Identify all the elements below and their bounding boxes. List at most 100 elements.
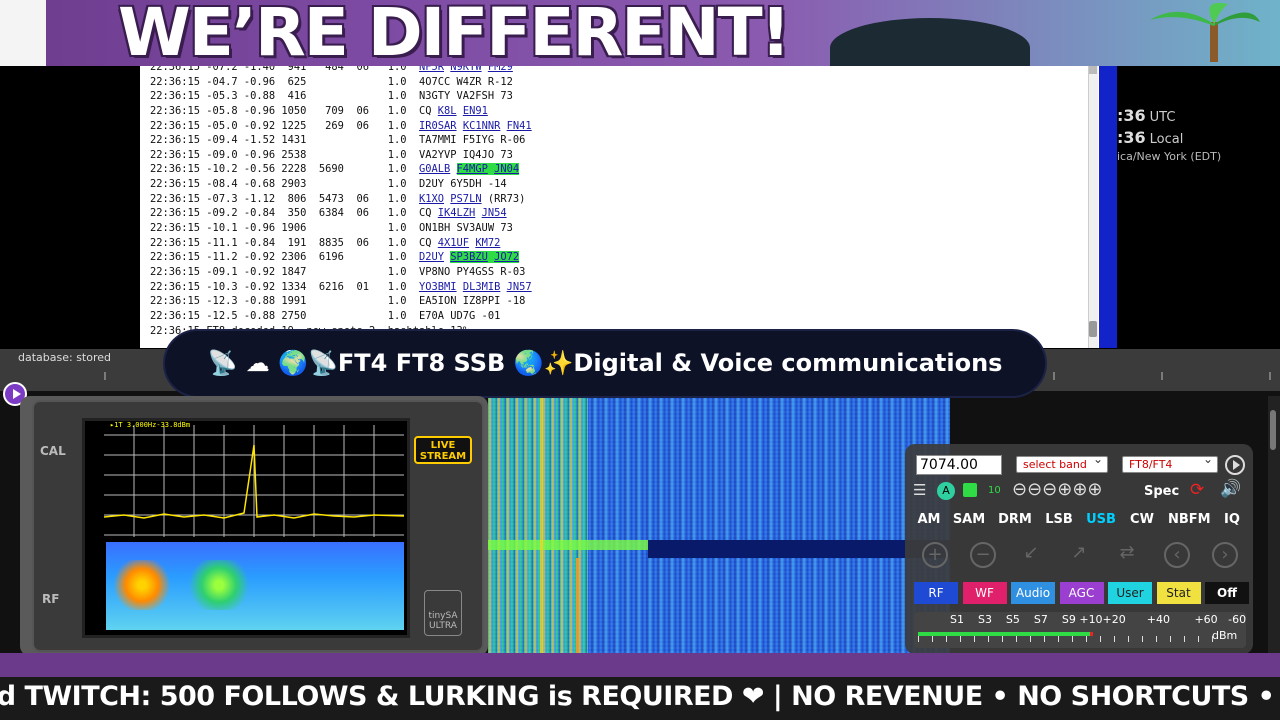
callsign-link[interactable]: K8L: [438, 105, 457, 117]
tab-off[interactable]: Off: [1205, 582, 1249, 604]
log-row-fields: 22:36:15 -10.3 -0.92 1334 6216 01 1.0: [150, 280, 419, 293]
waterfall-carrier-line: [576, 558, 579, 653]
shrink-icon[interactable]: ↙: [1018, 542, 1044, 568]
mode-button-cw[interactable]: CW: [1128, 510, 1156, 530]
zoom-out-icon[interactable]: −: [970, 542, 996, 568]
callsign-link[interactable]: JN57: [507, 281, 532, 293]
log-message-text: (RR73): [481, 192, 526, 205]
main-waterfall[interactable]: [488, 398, 950, 653]
utc-time: :36: [1117, 106, 1146, 125]
callsign-link[interactable]: JO72: [494, 251, 520, 264]
auto-icon[interactable]: A: [937, 482, 955, 500]
callsign-link[interactable]: DL3MIB: [463, 281, 501, 293]
s-meter-ticks: [918, 636, 1218, 642]
log-row: 22:36:15 -05.0 -0.92 1225 269 06 1.0 IR0…: [150, 119, 532, 134]
log-message-text: 4O7CC W4ZR R-12: [419, 75, 513, 88]
banner-title: WE’RE DIFFERENT!: [118, 0, 791, 71]
log-row-fields: 22:36:15 -05.8 -0.96 1050 709 06 1.0: [150, 104, 419, 117]
log-row-fields: 22:36:15 -10.1 -0.96 1906 1.0: [150, 222, 419, 235]
log-message-text: D2UY 6Y5DH -14: [419, 178, 507, 191]
callsign-link[interactable]: PS7LN: [450, 193, 481, 205]
callsign-link[interactable]: KM72: [475, 237, 500, 249]
callsign-link[interactable]: KC1NNR: [463, 120, 501, 132]
page-scrollbar-thumb[interactable]: [1270, 410, 1276, 450]
local-label: Local: [1149, 132, 1184, 147]
waterfall-hotspot: [110, 560, 174, 610]
scroll-up-arrow-icon[interactable]: [1089, 66, 1097, 74]
callsign-link[interactable]: K1XO: [419, 193, 444, 205]
screen-header: ▸1T 3.000Hz-33.8dBm: [110, 421, 191, 429]
log-row: 22:36:15 -10.2 -0.56 2228 5690 1.0 G0ALB…: [150, 162, 532, 177]
mode-button-nbfm[interactable]: NBFM: [1168, 510, 1211, 530]
mode-button-sam[interactable]: SAM: [952, 510, 986, 530]
chevron-right-icon[interactable]: ›: [1212, 542, 1238, 568]
log-row-fields: 22:36:15 -10.2 -0.56 2228 5690 1.0: [150, 163, 419, 176]
tab-wf[interactable]: WF: [962, 582, 1007, 604]
log-row: 22:36:15 -12.5 -0.88 2750 1.0 E70A UD7G …: [150, 309, 532, 324]
tab-stat[interactable]: Stat: [1156, 582, 1201, 604]
callsign-link[interactable]: D2UY: [419, 251, 444, 263]
swap-arrows-icon[interactable]: ⇄: [1114, 542, 1140, 568]
log-message-text: VA2YVP IQ4JO 73: [419, 148, 513, 161]
callsign-link[interactable]: 4X1UF: [438, 237, 469, 249]
callsign-link[interactable]: F4MGP: [456, 163, 488, 176]
mode-preset-select[interactable]: FT8/FT4: [1122, 452, 1218, 473]
band-select[interactable]: select band: [1016, 452, 1108, 473]
callsign-link[interactable]: NF5R: [419, 66, 444, 73]
log-row: 22:36:15 -05.8 -0.96 1050 709 06 1.0 CQ …: [150, 104, 532, 119]
live-stream-badge: LIVE STREAM: [414, 436, 472, 464]
step-buttons-icon[interactable]: ⊖⊖⊖⊕⊕⊕: [1012, 479, 1103, 500]
timezone-label: ica/New York (EDT): [1117, 150, 1222, 163]
mode-button-am[interactable]: AM: [916, 510, 942, 530]
decode-log-window: 22:36:15 -07.2 -1.40 941 484 06 1.0 NF5R…: [0, 66, 1280, 350]
log-row: 22:36:15 -09.0 -0.96 2538 1.0 VA2YVP IQ4…: [150, 148, 532, 163]
log-row-fields: 22:36:15 -09.4 -1.52 1431 1.0: [150, 134, 419, 147]
spec-button[interactable]: Spec: [1144, 484, 1179, 499]
step-value: 10: [988, 485, 1001, 496]
log-row-fields: 22:36:15 -09.2 -0.84 350 6384 06 1.0: [150, 207, 419, 220]
tab-user[interactable]: User: [1108, 582, 1152, 604]
callsign-link[interactable]: N9KTW: [450, 66, 481, 73]
callsign-link[interactable]: EN91: [463, 105, 488, 117]
log-row: 22:36:15 -07.3 -1.12 806 5473 06 1.0 K1X…: [150, 192, 532, 207]
log-row-fields: 22:36:15 -09.0 -0.96 2538 1.0: [150, 148, 419, 161]
tab-agc[interactable]: AGC: [1059, 582, 1104, 604]
tinysa-logo: tinySA ULTRA: [424, 590, 462, 636]
frequency-input[interactable]: 7074.00: [916, 455, 1002, 475]
callsign-link[interactable]: JN54: [482, 207, 507, 219]
callsign-link[interactable]: YO3BMI: [419, 281, 457, 293]
play-icon[interactable]: [1225, 455, 1245, 475]
log-row: 22:36:15 -12.3 -0.88 1991 1.0 EA5ION IZ8…: [150, 294, 532, 309]
chevron-left-icon[interactable]: ‹: [1164, 542, 1190, 568]
decode-log-panel: 22:36:15 -07.2 -1.40 941 484 06 1.0 NF5R…: [140, 66, 1100, 348]
mode-button-usb[interactable]: USB: [1086, 510, 1116, 530]
callsign-link[interactable]: IK4LZH: [438, 207, 476, 219]
waterfall-signal-band: [488, 540, 648, 550]
speaker-icon[interactable]: 🔊: [1220, 479, 1241, 499]
callsign-link[interactable]: FN41: [507, 120, 532, 132]
callsign-link[interactable]: JN04: [494, 163, 520, 176]
log-scrollbar[interactable]: [1088, 66, 1098, 348]
s-meter-unit: dBm: [1212, 629, 1238, 642]
zoom-in-icon[interactable]: +: [922, 542, 948, 568]
mode-button-drm[interactable]: DRM: [998, 510, 1032, 530]
mode-button-iq[interactable]: IQ: [1220, 510, 1244, 530]
log-scrollbar-thumb[interactable]: [1089, 321, 1097, 337]
log-message-text: E70A UD7G -01: [419, 309, 501, 322]
log-message-text: CQ: [419, 207, 438, 220]
log-message-text: [450, 163, 456, 175]
log-message-text: TA7MMI F5IYG R-06: [419, 134, 526, 147]
tab-audio[interactable]: Audio: [1011, 582, 1055, 604]
callsign-link[interactable]: IR0SAR: [419, 120, 457, 132]
s-meter-scale: S1 S3 S5 S7 S9 +10+20 +40 +60 -60: [950, 613, 1247, 626]
menu-icon[interactable]: ☰: [913, 481, 926, 499]
expand-arrows-icon[interactable]: ↗: [1066, 542, 1092, 568]
waterfall-carrier-line: [540, 398, 543, 653]
tab-rf[interactable]: RF: [914, 582, 958, 604]
mode-button-lsb[interactable]: LSB: [1044, 510, 1074, 530]
refresh-icon[interactable]: ⟳: [1190, 480, 1204, 500]
expand-icon[interactable]: [963, 483, 977, 497]
callsign-link[interactable]: FM29: [488, 66, 513, 73]
callsign-link[interactable]: G0ALB: [419, 163, 450, 175]
callsign-link[interactable]: SP3BZU: [450, 251, 488, 264]
